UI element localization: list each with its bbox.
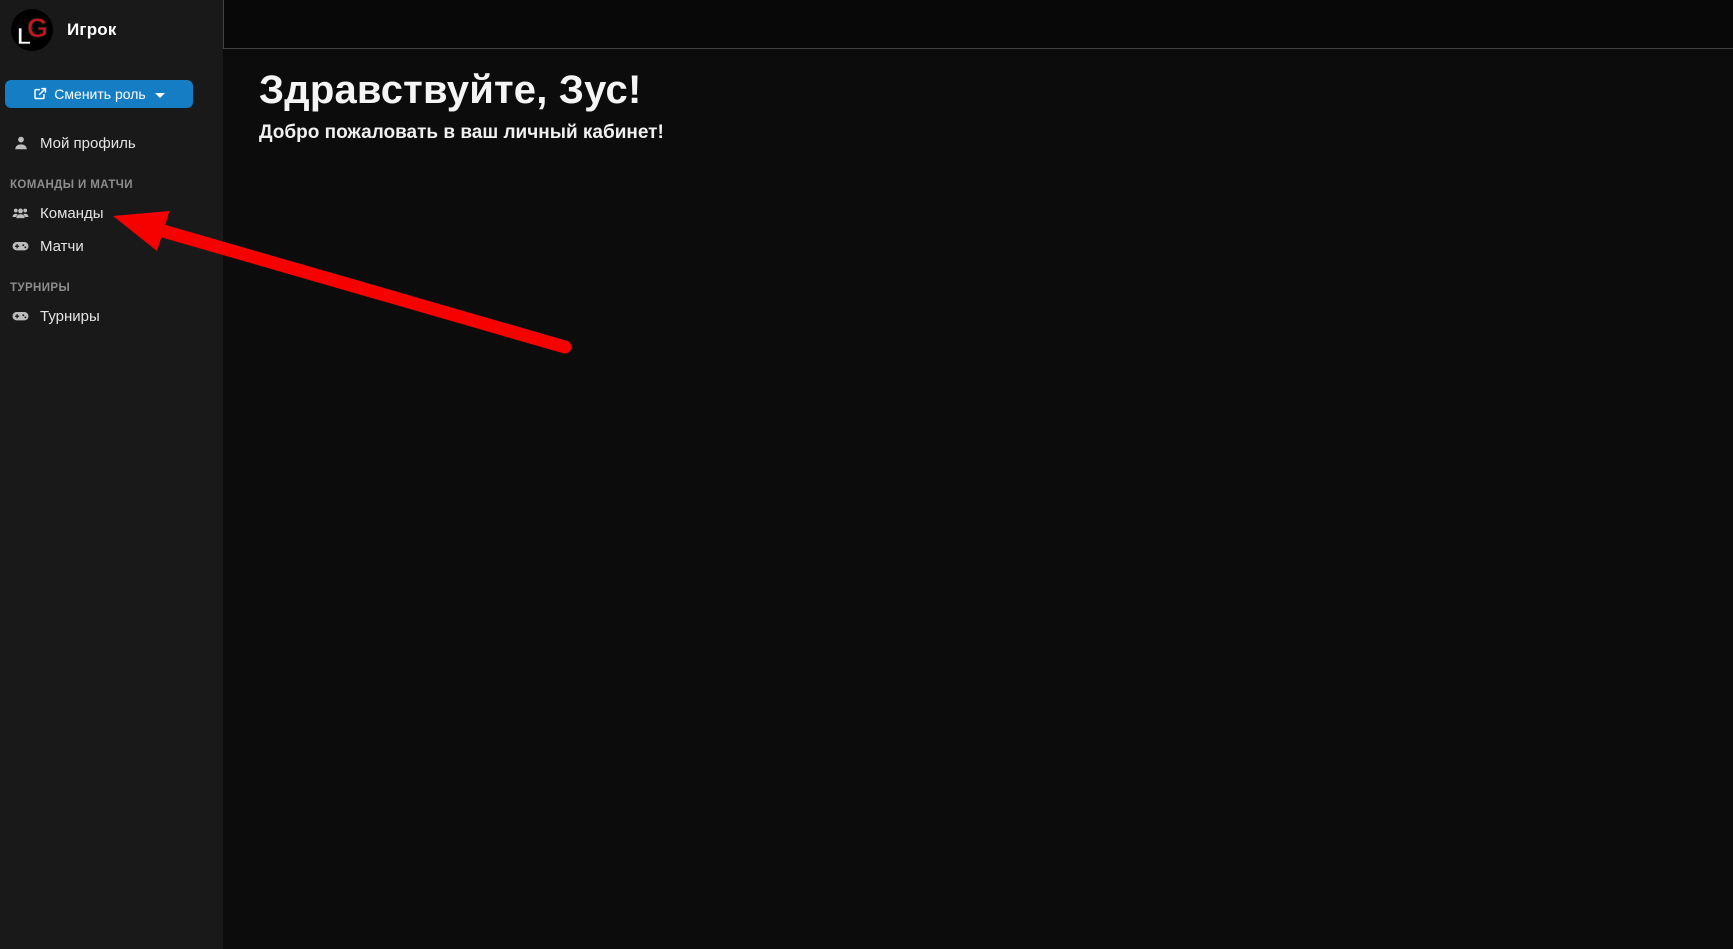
- person-icon: [12, 135, 29, 152]
- section-header-tournaments: ТУРНИРЫ: [0, 282, 223, 294]
- change-role-label: Сменить роль: [54, 86, 145, 102]
- main-content: Здравствуйте, Зус! Добро пожаловать в ва…: [223, 49, 1733, 144]
- sidebar-item-matches[interactable]: Матчи: [0, 233, 223, 259]
- page-title-greeting: Здравствуйте, Зус!: [259, 66, 1733, 114]
- sidebar-item-label: Турниры: [40, 308, 100, 325]
- nav-section-tournaments: ТУРНИРЫ Турниры: [0, 282, 223, 329]
- sidebar-item-label: Мой профиль: [40, 135, 136, 152]
- gamepad-icon: [12, 238, 29, 255]
- sidebar-item-tournaments[interactable]: Турниры: [0, 303, 223, 329]
- sidebar-item-my-profile[interactable]: Мой профиль: [0, 130, 223, 156]
- app-logo: G L: [10, 8, 54, 52]
- main-area: Здравствуйте, Зус! Добро пожаловать в ва…: [223, 0, 1733, 949]
- sidebar-item-label: Команды: [40, 205, 104, 222]
- external-link-icon: [33, 87, 47, 101]
- svg-text:L: L: [17, 23, 31, 49]
- nav-section-teams-matches: КОМАНДЫ И МАТЧИ Команды: [0, 179, 223, 259]
- welcome-text: Добро пожаловать в ваш личный кабинет!: [259, 122, 1733, 144]
- section-header-teams-matches: КОМАНДЫ И МАТЧИ: [0, 179, 223, 191]
- brand: G L Игрок: [0, 0, 223, 58]
- gamepad-icon: [12, 308, 29, 325]
- chevron-down-icon: [155, 93, 165, 98]
- sidebar: G L Игрок Сменить роль: [0, 0, 223, 949]
- sidebar-item-label: Матчи: [40, 238, 84, 255]
- sidebar-nav: Мой профиль КОМАНДЫ И МАТЧИ: [0, 130, 223, 336]
- topbar: [223, 0, 1733, 49]
- role-title: Игрок: [67, 20, 117, 40]
- change-role-button[interactable]: Сменить роль: [5, 80, 193, 108]
- users-icon: [12, 205, 29, 222]
- sidebar-item-teams[interactable]: Команды: [0, 200, 223, 226]
- app-window: G L Игрок Сменить роль: [0, 0, 1733, 949]
